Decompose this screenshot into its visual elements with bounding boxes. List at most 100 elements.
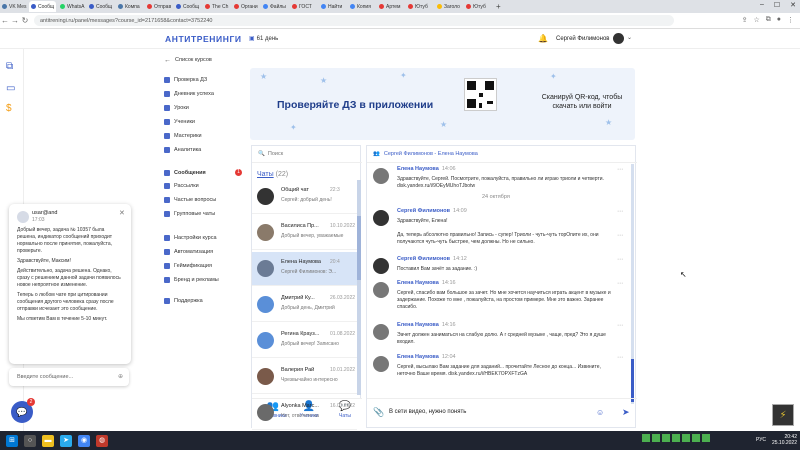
- message-time: 14:16: [441, 280, 456, 286]
- chat-list-item[interactable]: Alyonka Marc... 16.03.2022 Нет, ответите н…: [252, 396, 357, 430]
- sidebar-item[interactable]: Проверка ДЗ: [164, 75, 207, 85]
- chat-list-item[interactable]: Валерия Рай 10.01.2022 Чрезвычайно интерес…: [252, 360, 357, 394]
- browser-tab[interactable]: WhatsA: [58, 1, 85, 12]
- menu-icon[interactable]: ⋮: [787, 16, 794, 24]
- widget-message-input[interactable]: Введите сообщение... ⊕: [9, 368, 129, 386]
- folder-icon[interactable]: ▬: [42, 434, 54, 447]
- browser-tab-label: Сообщ: [96, 3, 113, 10]
- sidebar-item[interactable]: Бренд и рекламы: [164, 275, 219, 285]
- chat-list-item[interactable]: Общий чат 22:3 Сергей: добрый день!: [252, 180, 357, 214]
- chat-list-item[interactable]: Василиса Пр... 10.10.2022 Добрый вечер, ув…: [252, 216, 357, 250]
- widget-message-paragraph: Мы ответим Вам в течение 5-10 минут.: [17, 316, 108, 322]
- browser-tab[interactable]: ГОСТ: [290, 1, 317, 12]
- tray-icon[interactable]: [662, 434, 670, 442]
- emoji-icon[interactable]: ☺: [596, 408, 604, 417]
- app-icon[interactable]: ◍: [96, 434, 108, 447]
- app-promo-banner[interactable]: ★ ★ ✦ ★ ✦ ★ ✦ Проверяйте ДЗ в приложении…: [250, 68, 635, 140]
- dollar-icon[interactable]: $: [6, 103, 12, 114]
- close-icon[interactable]: ✕: [119, 209, 125, 217]
- avatar[interactable]: [613, 33, 624, 44]
- sidebar-item[interactable]: Уроки: [164, 103, 189, 113]
- browser-tab[interactable]: Сообщ: [87, 1, 114, 12]
- minimize-button[interactable]: –: [760, 1, 764, 9]
- sidebar-item[interactable]: Рассылки: [164, 181, 199, 191]
- sidebar-item[interactable]: Поддержка: [164, 296, 203, 306]
- browser-tab[interactable]: Сообщ: [174, 1, 201, 12]
- star-icon[interactable]: ☆: [753, 16, 759, 24]
- url-field[interactable]: antitreningi.ru/panel/messages?course_id…: [34, 15, 674, 26]
- telegram-icon[interactable]: ➤: [60, 434, 72, 447]
- sidebar-item[interactable]: Дневник успеха: [164, 89, 214, 99]
- chat-list-scrollbar[interactable]: [357, 180, 361, 395]
- extensions-icon[interactable]: ⧉: [766, 16, 771, 24]
- chat-list-item[interactable]: Елена Наумова 20:4 Сергей Филимонов: Э...: [252, 252, 357, 286]
- chat-list-item[interactable]: Дмитрий Ку... 26.03.2022 Добрый день, Дмит…: [252, 288, 357, 322]
- chat-list-item[interactable]: Регина Крауз... 01.08.2022 Добрый вечер! З…: [252, 324, 357, 358]
- tray-icon[interactable]: [682, 434, 690, 442]
- favicon-icon: [2, 4, 7, 9]
- browser-tab[interactable]: VK Mes: [0, 1, 27, 12]
- messages-scrollbar[interactable]: [631, 164, 634, 404]
- message-menu-icon[interactable]: ⋯: [617, 322, 623, 329]
- message-menu-icon[interactable]: ⋯: [617, 208, 623, 215]
- attach-icon[interactable]: 📎: [373, 407, 384, 418]
- maximize-button[interactable]: ☐: [774, 1, 780, 9]
- share-icon[interactable]: ⇪: [742, 16, 748, 24]
- search-input[interactable]: 🔍 Поиск: [252, 146, 362, 163]
- logo[interactable]: АНТИТРЕНИНГИ: [165, 34, 242, 44]
- sidebar-item[interactable]: Геймификация: [164, 261, 212, 271]
- tray-icon[interactable]: [652, 434, 660, 442]
- sidebar-item[interactable]: Сообщения: [164, 168, 206, 178]
- profile-icon[interactable]: ●: [777, 16, 781, 24]
- video-icon[interactable]: ▭: [6, 83, 15, 94]
- start-button-icon[interactable]: ⊞: [6, 434, 18, 447]
- browser-tab[interactable]: Сообщ: [29, 1, 56, 12]
- message-menu-icon[interactable]: ⋯: [617, 354, 623, 361]
- chevron-down-icon[interactable]: ⌄: [627, 34, 632, 41]
- send-icon[interactable]: ➤: [622, 407, 630, 418]
- tray-icon[interactable]: [692, 434, 700, 442]
- close-window-button[interactable]: ✕: [790, 1, 796, 9]
- language-indicator[interactable]: РУС: [756, 437, 766, 443]
- message-menu-icon[interactable]: ⋯: [617, 280, 623, 287]
- browser-tab[interactable]: Отправ: [145, 1, 172, 12]
- sidebar-item[interactable]: Автоматизация: [164, 247, 213, 257]
- browser-tab[interactable]: Артем: [377, 1, 404, 12]
- sidebar-item[interactable]: Аналитика: [164, 145, 201, 155]
- browser-tab[interactable]: Ютуб: [464, 1, 491, 12]
- browser-tab[interactable]: Заголо: [435, 1, 462, 12]
- message-menu-icon[interactable]: ⋯: [617, 256, 623, 263]
- browser-tab[interactable]: Компа: [116, 1, 143, 12]
- courses-icon[interactable]: ⧉: [6, 61, 13, 72]
- sidebar-item[interactable]: Мастерики: [164, 131, 202, 141]
- reload-icon[interactable]: ↻: [20, 16, 30, 25]
- sidebar-item[interactable]: Настройки курса: [164, 233, 217, 243]
- new-tab-button[interactable]: +: [496, 2, 501, 11]
- bell-icon[interactable]: 🔔: [538, 34, 548, 43]
- tray-icon[interactable]: [702, 434, 710, 442]
- sidebar-item[interactable]: Частые вопросы: [164, 195, 216, 205]
- forward-arrow-icon[interactable]: →: [10, 16, 20, 25]
- message-menu-icon[interactable]: ⋯: [617, 232, 623, 239]
- message-input[interactable]: В сети видео, нужно понять: [389, 409, 466, 415]
- recording-widget-icon[interactable]: ⚡: [772, 404, 794, 426]
- tray-icon[interactable]: [672, 434, 680, 442]
- browser-tab[interactable]: The Ch: [203, 1, 230, 12]
- tray-icon[interactable]: [642, 434, 650, 442]
- message-menu-icon[interactable]: ⋯: [617, 166, 623, 173]
- user-name[interactable]: Сергей Филимонов: [556, 36, 609, 42]
- browser-tab[interactable]: Ютуб: [406, 1, 433, 12]
- browser-tab[interactable]: Найти: [319, 1, 346, 12]
- clock[interactable]: 20:42 25.10.2022: [772, 434, 797, 446]
- search-icon[interactable]: ○: [24, 434, 36, 447]
- browser-tab[interactable]: Органи: [232, 1, 259, 12]
- back-to-courses-link[interactable]: ← Список курсов: [164, 55, 212, 65]
- sidebar-item[interactable]: Групповые чаты: [164, 209, 215, 219]
- chats-header: Чаты (22): [257, 171, 288, 178]
- attach-icon[interactable]: ⊕: [118, 373, 123, 380]
- browser-tab[interactable]: Файлы: [261, 1, 288, 12]
- back-arrow-icon[interactable]: ←: [0, 16, 10, 25]
- sidebar-item[interactable]: Ученики: [164, 117, 195, 127]
- chrome-icon[interactable]: ◉: [78, 434, 90, 447]
- browser-tab[interactable]: Копия: [348, 1, 375, 12]
